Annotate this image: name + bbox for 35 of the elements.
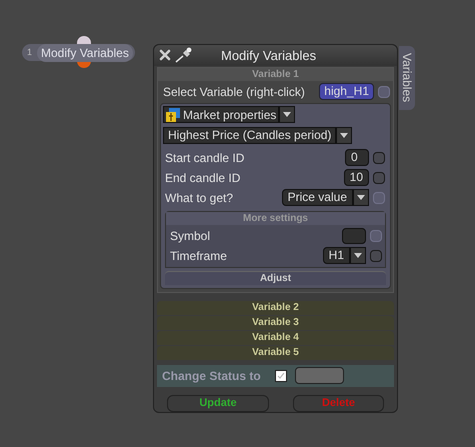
field-label: End candle ID — [165, 170, 242, 187]
section-header[interactable]: Variable 3 — [157, 316, 394, 330]
number-field[interactable]: 10 — [344, 169, 369, 186]
field-label: What to get? — [165, 190, 234, 207]
node-label[interactable]: Modify Variables — [37, 44, 133, 62]
checkbox[interactable] — [370, 250, 382, 262]
property-dropdown[interactable]: Highest Price (Candles period) — [163, 126, 336, 144]
check-icon — [276, 372, 285, 380]
window-title: Modify Variables — [221, 46, 316, 65]
select-label: Select Variable (right-click) — [163, 84, 306, 101]
checkbox[interactable] — [274, 370, 287, 382]
dropdown-field[interactable]: H1 — [322, 247, 350, 264]
status-field[interactable] — [294, 367, 344, 384]
status-label: Change Status to — [162, 368, 261, 385]
checkbox[interactable] — [373, 152, 385, 164]
checkbox[interactable] — [373, 172, 385, 184]
node-index: 1 — [26, 46, 34, 59]
caret-icon — [340, 132, 348, 138]
caret-icon — [354, 253, 362, 258]
field-label: Timeframe — [170, 248, 228, 265]
field-label: Symbol — [170, 228, 212, 245]
number-field[interactable]: 0 — [345, 149, 369, 166]
input-field[interactable] — [342, 228, 366, 244]
caret-icon — [357, 195, 365, 200]
section-header[interactable]: Variable 5 — [157, 346, 394, 360]
side-tab[interactable]: Variables — [399, 46, 415, 110]
section-header[interactable]: Variable 4 — [157, 330, 394, 345]
variable-field[interactable]: high_H1 — [319, 83, 374, 100]
close-icon[interactable] — [159, 49, 171, 62]
update-button[interactable]: Update — [167, 395, 269, 412]
field-label: Start candle ID — [165, 150, 246, 167]
caret-icon — [283, 112, 292, 118]
section-header[interactable]: Variable 2 — [157, 300, 394, 315]
adjust-button[interactable]: Adjust — [165, 270, 386, 285]
pin-icon[interactable] — [175, 47, 193, 64]
